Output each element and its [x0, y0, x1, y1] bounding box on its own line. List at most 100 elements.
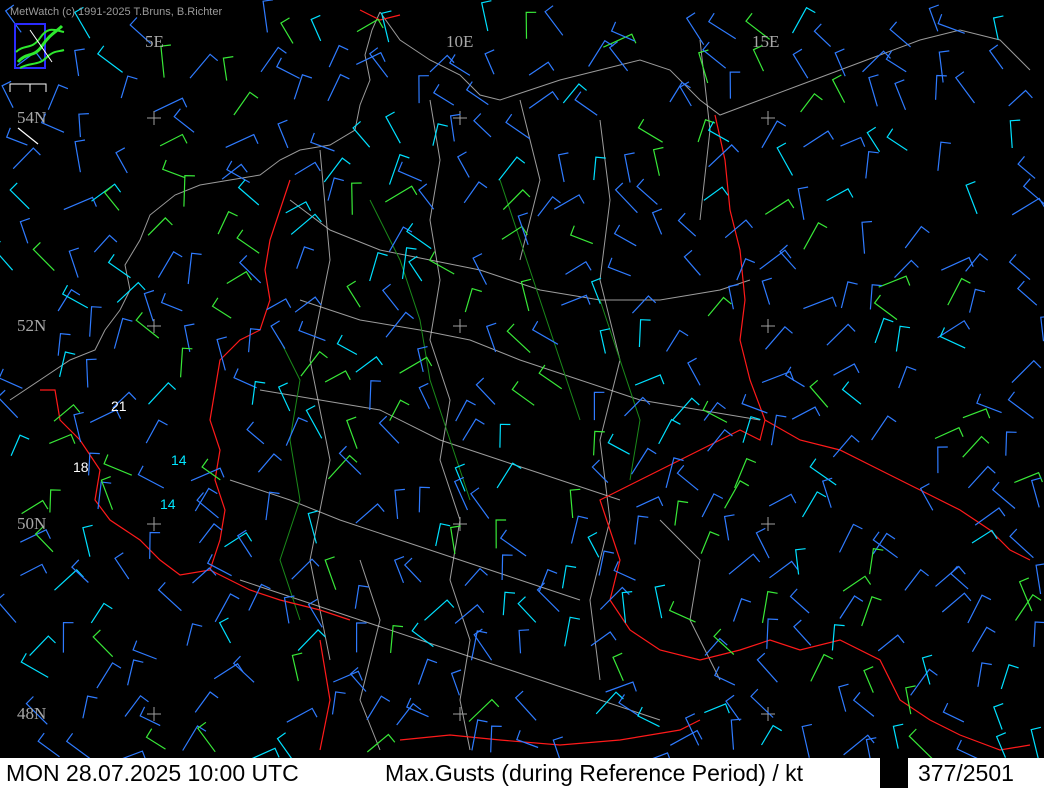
- wind-barb-icon: [217, 210, 238, 235]
- wind-barb-icon: [214, 593, 240, 623]
- wind-barb-icon: [724, 479, 750, 509]
- wind-barb-icon: [356, 622, 367, 653]
- wind-barb-icon: [221, 163, 248, 180]
- wind-barb-icon: [728, 283, 739, 310]
- wind-barb-icon: [113, 317, 133, 349]
- wind-barb-icon: [971, 626, 996, 653]
- wind-barb-icon: [962, 435, 990, 458]
- wind-barb-icon: [561, 294, 591, 306]
- wind-barb-icon: [683, 249, 701, 276]
- wind-barb-icon: [991, 481, 1016, 509]
- wind-barb-icon: [470, 630, 488, 661]
- wind-barb-icon: [517, 596, 537, 623]
- wind-barb-icon: [877, 634, 905, 652]
- lat-label-48n: 48N: [17, 704, 47, 723]
- wind-barb-icon: [919, 483, 934, 511]
- wind-barb-icon: [331, 691, 346, 715]
- station-value[interactable]: 21: [111, 398, 127, 414]
- river: [369, 199, 471, 501]
- river: [599, 299, 641, 481]
- wind-barb-icon: [499, 423, 511, 448]
- wind-barb-icon: [698, 49, 709, 84]
- wind-barb-icon: [593, 391, 605, 421]
- state-border: [309, 149, 331, 661]
- wind-barb-icon: [366, 733, 396, 753]
- wind-barb-icon: [65, 732, 91, 758]
- wind-barb-icon: [285, 201, 312, 214]
- wind-barb-icon: [196, 721, 216, 753]
- wind-barb-icon: [473, 113, 492, 138]
- wind-barb-icon: [514, 690, 537, 721]
- wind-barb-icon: [114, 552, 130, 580]
- wind-barb-icon: [736, 258, 756, 281]
- wind-barb-icon: [869, 548, 884, 575]
- wind-barb-icon: [338, 445, 362, 475]
- wind-barb-icon: [993, 703, 1004, 730]
- wind-barb-icon: [354, 584, 369, 609]
- wind-barb-icon: [831, 74, 846, 103]
- wind-barb-icon: [935, 565, 966, 587]
- wind-barb-icon: [448, 54, 471, 76]
- wind-barb-icon: [406, 222, 432, 250]
- wind-barb-icon: [741, 393, 768, 414]
- wind-barb-icon: [603, 33, 637, 48]
- wind-barb-icon: [124, 694, 149, 717]
- wind-barb-icon: [793, 619, 812, 646]
- wind-barb-icon: [765, 325, 793, 350]
- wind-barb-icon: [20, 653, 49, 678]
- wind-barb-icon: [873, 294, 898, 321]
- wind-barb-icon: [298, 320, 326, 342]
- wind-barb-icon: [183, 323, 195, 353]
- wind-barb-icon: [803, 221, 828, 250]
- wind-barb-icon: [68, 247, 79, 278]
- wind-barb-icon: [552, 736, 563, 758]
- wind-barb-icon: [677, 212, 697, 237]
- wind-barb-icon: [843, 734, 875, 756]
- wind-barb-icon: [96, 45, 123, 73]
- wind-barb-icon: [396, 702, 422, 726]
- wind-barb-icon: [369, 251, 388, 282]
- wind-barb-icon: [976, 393, 1002, 414]
- wind-barb-icon: [652, 146, 664, 176]
- wind-barb-icon: [211, 297, 232, 319]
- wind-barb-icon: [137, 465, 165, 489]
- station-value[interactable]: 14: [171, 452, 187, 468]
- wind-barb-icon: [59, 351, 76, 378]
- wind-barb-icon: [455, 399, 476, 422]
- wind-barb-icon: [607, 257, 631, 277]
- wind-barb-icon: [324, 556, 337, 590]
- wind-barb-icon: [564, 616, 581, 647]
- wind-barb-icon: [206, 554, 232, 577]
- wind-barb-icon: [294, 296, 322, 313]
- wind-barb-icon: [869, 284, 883, 310]
- wind-barb-icon: [631, 447, 657, 475]
- wind-barb-icon: [484, 49, 495, 75]
- wind-barb-icon: [62, 621, 74, 653]
- wind-barb-icon: [910, 668, 938, 696]
- weather-map[interactable]: [0, 0, 1044, 758]
- wind-barb-icon: [236, 229, 260, 254]
- wind-barb-icon: [463, 181, 488, 204]
- wind-barb-icon: [730, 718, 742, 750]
- wind-barb-icon: [464, 287, 482, 313]
- wind-barb-icon: [132, 640, 157, 660]
- wind-barb-icon: [833, 363, 860, 376]
- wind-barb-icon: [557, 152, 569, 183]
- wind-barb-legend-icon: [17, 127, 39, 145]
- wind-barb-icon: [865, 151, 879, 179]
- wind-barb-icon: [192, 567, 217, 584]
- station-value[interactable]: 18: [73, 459, 89, 475]
- wind-barb-icon: [965, 181, 978, 215]
- wind-barb-icon: [310, 132, 335, 152]
- lon-label-10e: 10E: [446, 32, 474, 51]
- station-value[interactable]: 14: [160, 496, 176, 512]
- wind-barb-icon: [1, 80, 14, 108]
- wind-barb-icon: [159, 133, 188, 147]
- wind-barb-icon: [154, 97, 188, 112]
- wind-barb-icon: [826, 323, 856, 346]
- wind-barb-icon: [384, 185, 418, 203]
- wind-barb-icon: [506, 323, 531, 354]
- wind-barb-icon: [450, 525, 461, 555]
- wind-barb-icon: [355, 503, 385, 524]
- wind-barb-icon: [1035, 563, 1044, 595]
